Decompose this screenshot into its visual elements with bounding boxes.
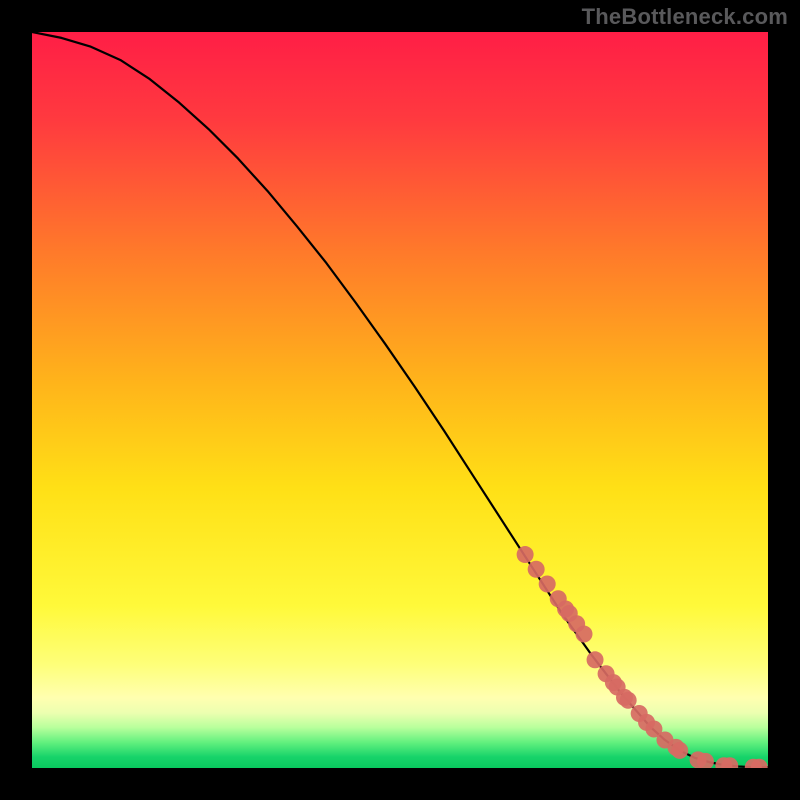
data-marker	[587, 651, 604, 668]
data-marker	[671, 742, 688, 759]
gradient-background	[32, 32, 768, 768]
attribution-label: TheBottleneck.com	[582, 4, 788, 30]
data-marker	[539, 576, 556, 593]
chart-frame: TheBottleneck.com	[0, 0, 800, 800]
plot-area	[32, 32, 768, 768]
data-marker	[528, 561, 545, 578]
data-marker	[620, 692, 637, 709]
chart-svg	[32, 32, 768, 768]
data-marker	[576, 626, 593, 643]
data-marker	[517, 546, 534, 563]
